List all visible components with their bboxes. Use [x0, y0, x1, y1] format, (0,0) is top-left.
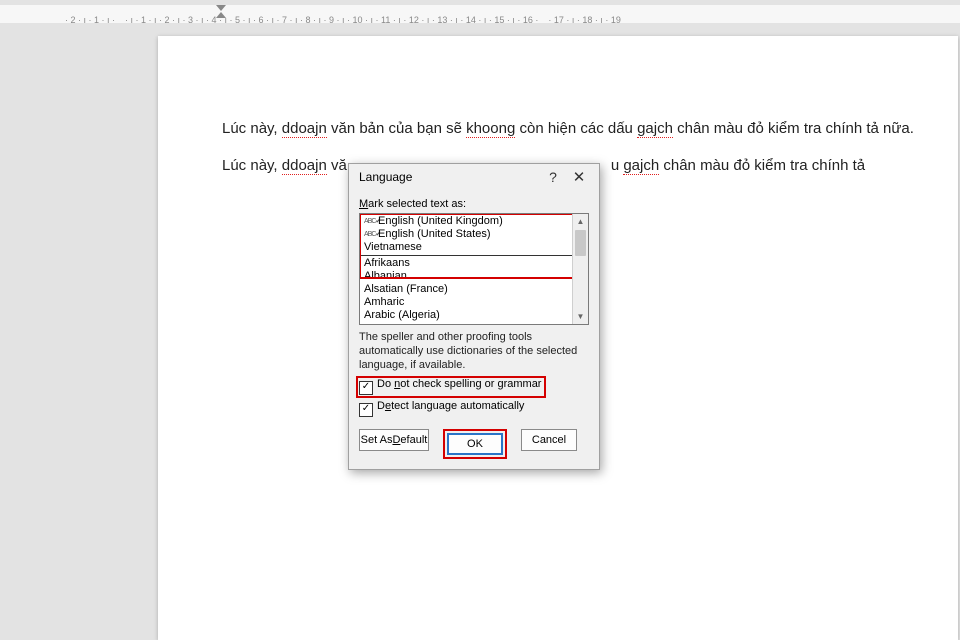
- language-option[interactable]: English (United Kingdom): [360, 215, 588, 228]
- scrollbar[interactable]: ▲ ▼: [572, 214, 588, 324]
- spelling-error[interactable]: ddoajn: [282, 120, 327, 138]
- spelling-error[interactable]: gajch: [637, 120, 673, 138]
- proofing-icon: [364, 228, 378, 241]
- proofing-icon: [364, 215, 378, 228]
- info-text: The speller and other proofing tools aut…: [359, 331, 589, 372]
- language-listbox[interactable]: English (United Kingdom) English (United…: [359, 213, 589, 325]
- set-as-default-button[interactable]: Set As Default: [359, 429, 429, 451]
- help-button[interactable]: ?: [541, 169, 565, 185]
- detect-language-checkbox[interactable]: Detect language automatically: [359, 400, 589, 417]
- cancel-button[interactable]: Cancel: [521, 429, 577, 451]
- language-option[interactable]: Amharic: [360, 296, 588, 309]
- scroll-down-button[interactable]: ▼: [573, 309, 588, 324]
- text-run: vă: [327, 157, 347, 174]
- do-not-check-checkbox[interactable]: Do not check spelling or grammar: [359, 376, 589, 398]
- text-run: Lúc này,: [222, 157, 282, 174]
- highlight-annotation: Do not check spelling or grammar: [356, 376, 546, 398]
- checkbox-icon[interactable]: [359, 381, 373, 395]
- paragraph[interactable]: Lúc này, ddoajn văn bản của bạn sẽ khoon…: [222, 118, 918, 139]
- ok-button[interactable]: OK: [447, 433, 503, 455]
- language-option[interactable]: Alsatian (France): [360, 283, 588, 296]
- scroll-thumb[interactable]: [575, 230, 586, 256]
- close-button[interactable]: ✕: [565, 168, 593, 186]
- indent-marker[interactable]: [216, 5, 226, 19]
- text-run: văn bản của bạn sẽ: [327, 120, 466, 137]
- scroll-up-button[interactable]: ▲: [573, 214, 588, 229]
- highlight-annotation: OK: [443, 429, 507, 459]
- language-option[interactable]: Afrikaans: [360, 257, 588, 270]
- text-run: u: [611, 157, 624, 174]
- checkbox-icon[interactable]: [359, 403, 373, 417]
- dialog-titlebar[interactable]: Language ? ✕: [349, 164, 599, 190]
- horizontal-ruler[interactable]: · 2 · ı · 1 · ı · · ı · 1 · ı · 2 · ı · …: [0, 5, 960, 23]
- spelling-error[interactable]: ddoajn: [282, 157, 327, 175]
- spelling-error[interactable]: gajch: [623, 157, 659, 175]
- language-option[interactable]: Albanian: [360, 270, 588, 283]
- text-run: còn hiện các dấu: [515, 120, 637, 137]
- language-dialog: Language ? ✕ Mark selected text as: Engl…: [348, 163, 600, 470]
- text-run: chân màu đỏ kiểm tra chính tả: [659, 157, 865, 174]
- language-option[interactable]: English (United States): [360, 228, 588, 241]
- text-run: Lúc này,: [222, 120, 282, 137]
- dialog-title: Language: [359, 170, 541, 184]
- text-run: chân màu đỏ kiểm tra chính tả nữa.: [673, 120, 914, 137]
- language-option[interactable]: Arabic (Algeria): [360, 309, 588, 322]
- mark-selected-label: Mark selected text as:: [359, 198, 589, 210]
- language-option[interactable]: Vietnamese: [360, 241, 588, 256]
- spelling-error[interactable]: khoong: [466, 120, 515, 138]
- ruler-scale: · 2 · ı · 1 · ı · · ı · 1 · ı · 2 · ı · …: [60, 15, 621, 23]
